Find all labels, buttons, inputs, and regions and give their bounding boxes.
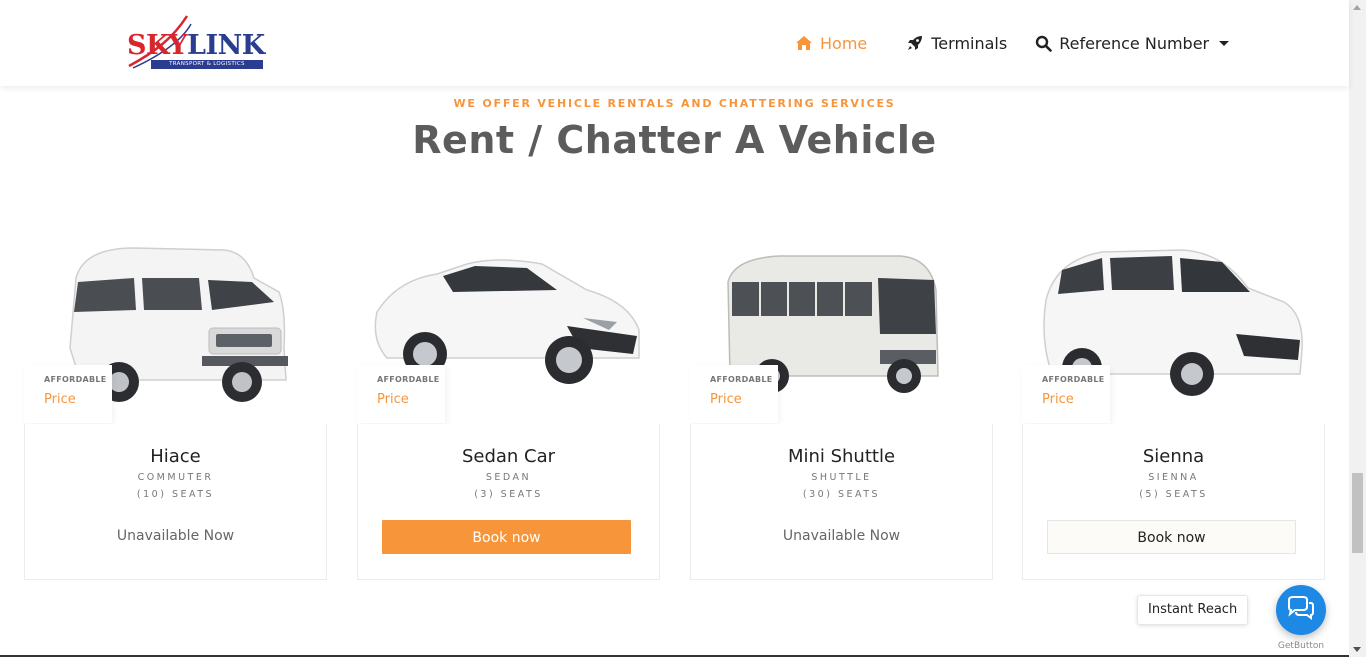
vehicle-name: Hiace [150, 446, 201, 467]
skylink-logo[interactable]: SKYLINK TRANSPORT & LOGISTICS [125, 14, 267, 72]
price-badge: AFFORDABLE Price [24, 365, 112, 423]
main-nav: Home Terminals Reference Number [795, 30, 1230, 56]
vehicle-card-body: Sedan Car SEDAN (3) SEATS Book now [357, 424, 660, 580]
price-badge-small: AFFORDABLE [1042, 375, 1105, 384]
rocket-icon [906, 34, 924, 52]
search-icon [1034, 34, 1052, 52]
vehicle-type: SIENNA [1148, 472, 1199, 483]
chat-widget-button[interactable] [1276, 585, 1326, 635]
vehicle-name: Sedan Car [461, 446, 556, 467]
nav-home[interactable]: Home [795, 34, 867, 53]
price-badge: AFFORDABLE Price [1022, 365, 1110, 423]
vehicle-card-hiace: AFFORDABLE Price Hiace COMMUTER (10) SEA… [24, 230, 327, 580]
vehicle-card-sedan: AFFORDABLE Price Sedan Car SEDAN (3) SEA… [357, 230, 660, 580]
nav-terminals[interactable]: Terminals [906, 34, 1007, 53]
logo-wordmark: SKYLINK [127, 31, 265, 61]
vehicle-type: SEDAN [485, 472, 532, 483]
vehicle-type: COMMUTER [137, 472, 214, 483]
logo-tagline: TRANSPORT & LOGISTICS [151, 60, 263, 69]
price-badge-label: Price [44, 392, 76, 407]
book-now-button[interactable]: Book now [382, 520, 631, 554]
price-badge-label: Price [710, 392, 742, 407]
vehicle-seats: (10) SEATS [136, 489, 215, 500]
chat-bubbles-icon [1287, 596, 1315, 624]
getbutton-brand[interactable]: GetButton [1276, 641, 1326, 651]
home-icon [795, 34, 813, 52]
page-scrollbar[interactable] [1349, 0, 1366, 657]
vehicle-card-mini-shuttle: AFFORDABLE Price Mini Shuttle SHUTTLE (3… [690, 230, 993, 580]
price-badge-small: AFFORDABLE [44, 375, 107, 384]
instant-reach-label[interactable]: Instant Reach [1137, 595, 1249, 625]
book-now-button[interactable]: Book now [1047, 520, 1296, 554]
scroll-up-arrow-icon[interactable] [1353, 5, 1361, 10]
site-header: SKYLINK TRANSPORT & LOGISTICS Home Termi… [0, 0, 1349, 86]
nav-terminals-label: Terminals [931, 33, 1008, 53]
price-badge: AFFORDABLE Price [357, 365, 445, 423]
price-badge-label: Price [1042, 392, 1074, 407]
nav-home-label: Home [820, 33, 868, 53]
logo-word-link: LINK [187, 30, 265, 61]
section-eyebrow: WE OFFER VEHICLE RENTALS AND CHATTERING … [453, 97, 896, 110]
vehicle-status: Unavailable Now [116, 528, 235, 544]
scrollbar-thumb[interactable] [1352, 473, 1363, 553]
vehicle-name: Mini Shuttle [787, 446, 896, 467]
vehicle-card-sienna: AFFORDABLE Price Sienna SIENNA (5) SEATS… [1022, 230, 1325, 580]
nav-reference-label: Reference Number [1059, 33, 1210, 53]
scroll-down-arrow-icon[interactable] [1353, 647, 1361, 652]
price-badge-small: AFFORDABLE [710, 375, 773, 384]
vehicle-seats: (5) SEATS [1139, 489, 1208, 500]
price-badge-small: AFFORDABLE [377, 375, 440, 384]
vehicle-name: Sienna [1142, 446, 1205, 467]
vehicle-seats: (30) SEATS [802, 489, 881, 500]
vehicle-seats: (3) SEATS [474, 489, 543, 500]
vehicle-type: SHUTTLE [811, 472, 872, 483]
vehicle-status: Unavailable Now [782, 528, 901, 544]
price-badge-label: Price [377, 392, 409, 407]
nav-reference-dropdown[interactable]: Reference Number [1034, 33, 1230, 53]
vehicle-card-body: Mini Shuttle SHUTTLE (30) SEATS Unavaila… [690, 424, 993, 580]
logo-word-sky: SKY [127, 30, 188, 61]
vehicle-card-body: Hiace COMMUTER (10) SEATS Unavailable No… [24, 424, 327, 580]
section-title: Rent / Chatter A Vehicle [412, 118, 937, 162]
caret-down-icon [1219, 40, 1230, 46]
vehicle-card-body: Sienna SIENNA (5) SEATS Book now [1022, 424, 1325, 580]
price-badge: AFFORDABLE Price [690, 365, 778, 423]
